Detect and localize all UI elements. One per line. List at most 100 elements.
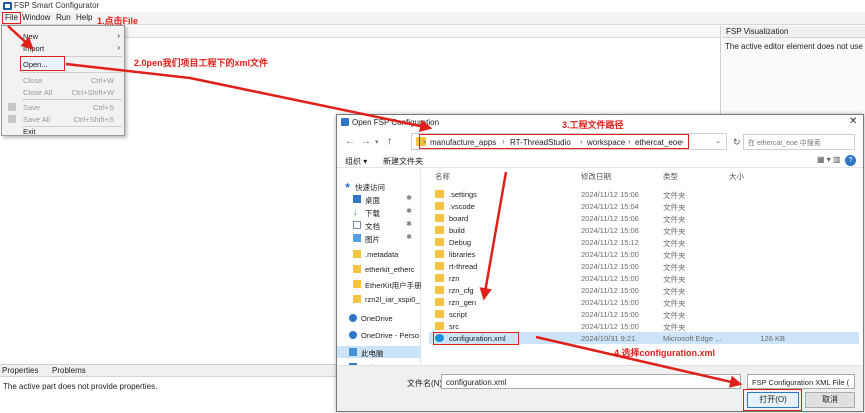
nav-item-quick-access[interactable]: ★ 快速访问 [337,180,421,192]
computer-icon [349,348,357,356]
tab-properties[interactable]: Properties [2,366,38,375]
breadcrumb-item[interactable]: manufacture_apps [430,138,496,147]
menu-item-new[interactable]: New › [2,30,124,42]
tab-problems[interactable]: Problems [52,366,86,375]
file-date: 2024/11/12 15:00 [581,262,639,271]
nav-label: OneDrive - Perso [361,331,419,340]
file-name: rzn [449,274,460,283]
menu-file[interactable]: File [2,12,21,24]
breadcrumb-item[interactable]: workspace [587,138,625,147]
nav-item-downloads[interactable]: ↓ 下载 ✱ [337,206,421,218]
nav-item-desktop[interactable]: 桌面 ✱ [337,193,421,205]
folder-icon [435,274,444,282]
list-item[interactable]: src 2024/11/12 15:00 文件夹 [429,320,859,332]
close-icon[interactable]: ✕ [849,116,857,127]
file-menu: New › Import › Open... Close Ctrl+W Clos… [1,25,125,136]
nav-item-folder[interactable]: EtherKit用户手册 [337,278,422,290]
view-options-icon[interactable]: ▦ ▾ [817,155,831,164]
nav-item-onedrive-personal[interactable]: OneDrive - Perso [337,329,421,341]
chevron-right-icon: › [628,137,631,146]
file-name: Debug [449,238,472,247]
menu-help[interactable]: Help [76,13,92,22]
menu-item-exit[interactable]: Exit [2,125,124,137]
menu-item-save-all[interactable]: Save All Ctrl+Shift+S [2,113,124,125]
list-item-selected[interactable]: configuration.xml 2024/10/31 9:21 Micros… [429,332,859,345]
file-date: 2024/11/12 15:12 [581,238,639,247]
menu-item-close[interactable]: Close Ctrl+W [2,74,124,86]
preview-pane-icon[interactable]: ▥ [833,155,841,164]
menu-run[interactable]: Run [56,13,71,22]
folder-icon [435,310,444,318]
list-item[interactable]: .settings 2024/11/12 15:06 文件夹 [429,188,859,200]
help-icon[interactable]: ? [845,155,856,166]
menu-item-save[interactable]: Save Ctrl+S [2,101,124,113]
column-header-date[interactable]: 修改日期 [581,171,611,182]
cancel-button[interactable]: 取消 [805,392,855,408]
nav-item-onedrive[interactable]: OneDrive [337,312,421,324]
folder-icon [353,280,361,288]
file-size: 126 KB [760,334,785,343]
address-dropdown-icon[interactable]: ⌄ [715,137,721,145]
tab-fsp-visualization[interactable]: FSP Visualization [722,26,865,38]
list-item[interactable]: build 2024/11/12 15:06 文件夹 [429,224,859,236]
annotation-step1: 1.点击File [97,16,139,26]
refresh-icon[interactable]: ↻ [733,137,741,148]
file-date: 2024/11/12 15:00 [581,250,639,259]
nav-label: 文档 [365,222,380,231]
menu-item-open[interactable]: Open... [2,58,124,70]
new-folder-button[interactable]: 新建文件夹 [383,156,423,167]
forward-icon[interactable]: → [361,136,371,147]
breadcrumb-item[interactable]: ethercat_eoe [635,138,682,147]
folder-icon [435,226,444,234]
search-input[interactable]: 在 ethercat_eoe 中搜索 [743,134,855,150]
list-item[interactable]: .vscode 2024/11/12 15:04 文件夹 [429,200,859,212]
list-item[interactable]: script 2024/11/12 15:00 文件夹 [429,308,859,320]
menu-item-label: Exit [23,127,36,136]
save-icon [8,103,16,111]
breadcrumb-item[interactable]: RT-ThreadStudio [510,138,571,147]
folder-icon [435,250,444,258]
recent-chevron-icon[interactable]: ▾ [375,138,379,146]
menu-item-close-all[interactable]: Close All Ctrl+Shift+W [2,86,124,98]
nav-item-folder[interactable]: etherkit_etherc [337,263,421,275]
folder-icon [353,265,361,273]
file-name: build [449,226,465,235]
nav-label: etherkit_etherc [365,265,415,274]
list-item[interactable]: rzn 2024/11/12 15:00 文件夹 [429,272,859,284]
folder-icon [435,214,444,222]
menu-item-import[interactable]: Import › [2,42,124,54]
open-button[interactable]: 打开(O) [747,392,799,408]
nav-item-folder[interactable]: rzn2l_iar_xspi0_ [337,293,421,305]
pictures-icon [353,234,361,242]
nav-item-documents[interactable]: 文档 ✱ [337,219,421,231]
back-icon[interactable]: ← [345,136,355,147]
menu-window[interactable]: Window [22,13,50,22]
nav-label: 图片 [365,235,380,244]
file-type-filter[interactable]: FSP Configuration XML File ( [747,374,855,389]
list-item[interactable]: board 2024/11/12 15:06 文件夹 [429,212,859,224]
column-header-name[interactable]: 名称 [435,171,450,182]
list-item[interactable]: rt-thread 2024/11/12 15:00 文件夹 [429,260,859,272]
column-header-type[interactable]: 类型 [663,171,678,182]
menu-item-label: Close [23,76,43,85]
file-date: 2024/10/31 9:21 [581,334,636,343]
menu-item-label: Save All [23,115,51,124]
list-item[interactable]: Debug 2024/11/12 15:12 文件夹 [429,236,859,248]
list-item[interactable]: libraries 2024/11/12 15:00 文件夹 [429,248,859,260]
filename-input[interactable]: configuration.xml ▾ [441,374,834,389]
menu-shortcut: Ctrl+Shift+S [73,115,114,124]
list-item[interactable]: rzn_gen 2024/11/12 15:00 文件夹 [429,296,859,308]
column-header-size[interactable]: 大小 [729,171,744,182]
folder-icon [435,202,444,210]
cloud-icon [349,314,357,322]
file-name: rzn_gen [449,298,477,307]
nav-item-folder[interactable]: .metadata [337,248,421,260]
nav-item-this-pc[interactable]: 此电脑 [337,346,421,358]
folder-icon [435,190,444,198]
file-name: src [449,322,459,331]
up-icon[interactable]: ↑ [387,136,392,147]
app-title: FSP Smart Configurator [14,1,100,10]
list-item[interactable]: rzn_cfg 2024/11/12 15:00 文件夹 [429,284,859,296]
organize-button[interactable]: 组织 ▾ [345,156,367,167]
nav-item-pictures[interactable]: 图片 ✱ [337,232,421,244]
